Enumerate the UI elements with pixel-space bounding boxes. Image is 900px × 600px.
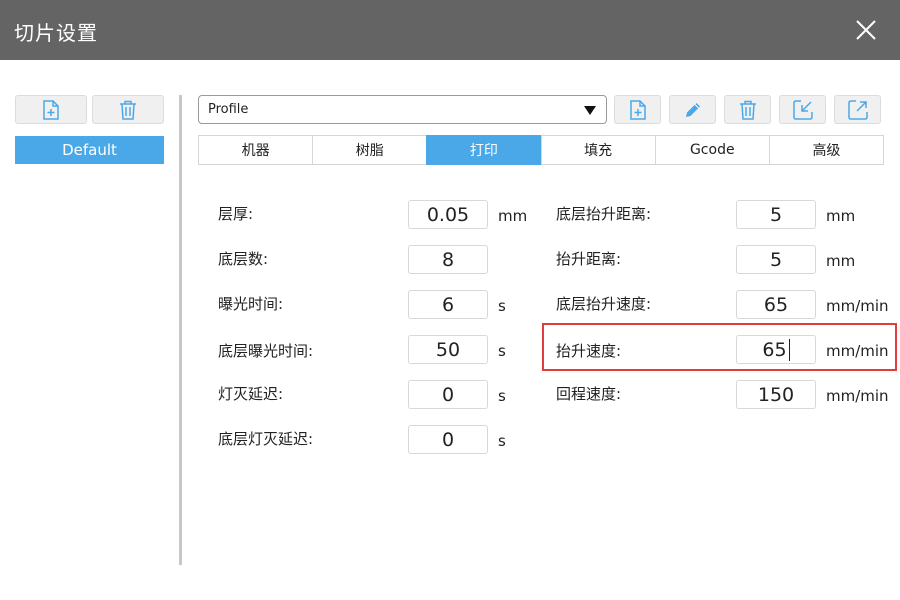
delete-preset-button[interactable]: [92, 95, 164, 124]
light-off-delay-label: 灯灭延迟:: [218, 385, 284, 403]
import-profile-button[interactable]: [779, 95, 826, 124]
return-speed-input[interactable]: 150: [736, 380, 816, 409]
bottom-light-off-delay-unit: s: [498, 432, 506, 450]
file-plus-icon: [43, 99, 59, 120]
profile-select-value: Profile: [208, 102, 249, 117]
new-preset-button[interactable]: [15, 95, 87, 124]
bottom-lift-speed-unit: mm/min: [826, 297, 889, 315]
light-off-delay-input[interactable]: 0: [408, 380, 488, 409]
exposure-time-unit: s: [498, 297, 506, 315]
settings-tabs: 机器 树脂 打印 填充 Gcode 高级: [198, 135, 885, 165]
new-profile-button[interactable]: [614, 95, 661, 124]
trash-icon: [120, 100, 136, 120]
panel-divider: [179, 95, 182, 565]
text-caret: [788, 338, 790, 361]
preset-item-default[interactable]: Default: [15, 136, 164, 164]
layer-height-label: 层厚:: [218, 205, 254, 223]
bottom-lift-distance-label: 底层抬升距离:: [556, 205, 652, 223]
profile-select[interactable]: Profile: [198, 95, 607, 124]
return-speed-unit: mm/min: [826, 387, 889, 405]
tab-gcode[interactable]: Gcode: [654, 135, 770, 165]
bottom-light-off-delay-input[interactable]: 0: [408, 425, 488, 454]
lift-distance-input[interactable]: 5: [736, 245, 816, 274]
file-plus-icon: [629, 99, 646, 120]
layer-height-input[interactable]: 0.05: [408, 200, 488, 229]
bottom-exposure-time-input[interactable]: 50: [408, 335, 488, 364]
tab-print[interactable]: 打印: [426, 135, 542, 165]
exposure-time-label: 曝光时间:: [218, 295, 284, 313]
lift-speed-input-value: 65: [762, 338, 787, 361]
return-speed-label: 回程速度:: [556, 385, 622, 403]
light-off-delay-unit: s: [498, 387, 506, 405]
bottom-lift-speed-input[interactable]: 65: [736, 290, 816, 319]
bottom-light-off-delay-label: 底层灯灭延迟:: [218, 430, 314, 448]
lift-distance-label: 抬升距离:: [556, 250, 622, 268]
bottom-layers-input[interactable]: 8: [408, 245, 488, 274]
export-profile-button[interactable]: [834, 95, 881, 124]
close-icon[interactable]: [852, 16, 880, 44]
tab-advanced[interactable]: 高级: [768, 135, 885, 165]
tab-machine[interactable]: 机器: [198, 135, 314, 165]
tab-fill[interactable]: 填充: [540, 135, 656, 165]
bottom-exposure-time-unit: s: [498, 342, 506, 360]
import-icon: [792, 99, 813, 120]
bottom-layers-label: 底层数:: [218, 250, 269, 268]
lift-distance-unit: mm: [826, 252, 856, 270]
exposure-time-input[interactable]: 6: [408, 290, 488, 319]
title-bar: 切片设置: [0, 0, 900, 60]
layer-height-unit: mm: [498, 207, 528, 225]
lift-speed-input[interactable]: 65: [736, 335, 816, 364]
trash-icon: [739, 100, 756, 120]
bottom-lift-distance-input[interactable]: 5: [736, 200, 816, 229]
bottom-lift-distance-unit: mm: [826, 207, 856, 225]
window-title: 切片设置: [14, 21, 98, 45]
export-icon: [847, 99, 868, 120]
caret-down-icon: [584, 106, 596, 115]
delete-profile-button[interactable]: [724, 95, 771, 124]
pencil-icon: [685, 102, 700, 117]
bottom-lift-speed-label: 底层抬升速度:: [556, 295, 652, 313]
bottom-exposure-time-label: 底层曝光时间:: [218, 342, 314, 360]
lift-speed-label: 抬升速度:: [556, 342, 622, 360]
tab-resin[interactable]: 树脂: [312, 135, 428, 165]
edit-profile-button[interactable]: [669, 95, 716, 124]
lift-speed-unit: mm/min: [826, 342, 889, 360]
